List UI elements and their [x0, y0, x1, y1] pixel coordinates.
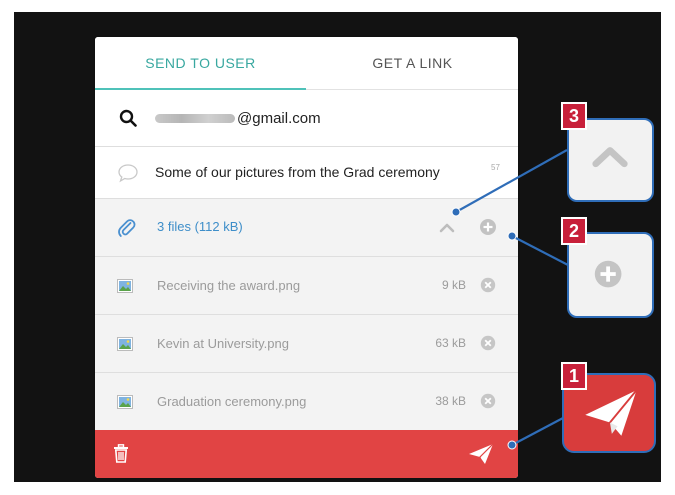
- paperclip-icon: [118, 219, 136, 237]
- character-count: 57: [491, 163, 500, 172]
- file-size: 38 kB: [435, 394, 466, 408]
- search-icon: [119, 109, 137, 127]
- callout-number-badge: 3: [561, 102, 587, 130]
- remove-file-icon[interactable]: [480, 393, 496, 409]
- trash-icon[interactable]: [113, 444, 129, 463]
- file-list-item: Kevin at University.png 63 kB: [95, 315, 518, 373]
- image-file-icon: [117, 279, 133, 293]
- add-file-plus-icon[interactable]: [479, 218, 497, 236]
- send-button[interactable]: [468, 442, 494, 466]
- action-footer: [95, 430, 518, 478]
- chevron-up-icon[interactable]: [439, 221, 455, 233]
- email-suffix: @gmail.com: [237, 109, 321, 127]
- callout-number-badge: 1: [561, 362, 587, 390]
- message-row[interactable]: Some of our pictures from the Grad cerem…: [95, 147, 518, 199]
- attachments-summary-row: 3 files (112 kB): [95, 199, 518, 257]
- file-name: Receiving the award.png: [157, 278, 301, 293]
- chevron-up-icon: [592, 147, 628, 168]
- recipient-email-input[interactable]: @gmail.com: [155, 106, 475, 130]
- comment-icon: [118, 164, 138, 183]
- file-name: Kevin at University.png: [157, 336, 289, 351]
- message-text: Some of our pictures from the Grad cerem…: [155, 164, 440, 180]
- tab-send-to-user[interactable]: SEND TO USER: [95, 37, 306, 89]
- file-size: 9 kB: [441, 278, 466, 292]
- callout-collapse-zoom: [567, 118, 654, 202]
- recipient-row: @gmail.com: [95, 90, 518, 147]
- remove-file-icon[interactable]: [480, 335, 496, 351]
- plus-icon: [594, 260, 622, 288]
- image-file-icon: [117, 337, 133, 351]
- tab-get-a-link[interactable]: GET A LINK: [307, 37, 518, 89]
- callout-number-badge: 2: [561, 217, 587, 245]
- tab-send-to-user-label: SEND TO USER: [145, 55, 256, 71]
- image-file-icon: [117, 395, 133, 409]
- blurred-email-prefix: [155, 113, 235, 123]
- files-summary: 3 files (112 kB): [157, 219, 243, 234]
- file-list-item: Receiving the award.png 9 kB: [95, 257, 518, 315]
- tab-bar: SEND TO USER GET A LINK: [95, 37, 518, 90]
- file-size: 63 kB: [435, 336, 466, 350]
- remove-file-icon[interactable]: [480, 277, 496, 293]
- tab-get-a-link-label: GET A LINK: [372, 55, 453, 71]
- share-panel: SEND TO USER GET A LINK @gmail.com Some …: [95, 37, 518, 478]
- file-list-item: Graduation ceremony.png 38 kB: [95, 373, 518, 431]
- file-name: Graduation ceremony.png: [157, 394, 307, 409]
